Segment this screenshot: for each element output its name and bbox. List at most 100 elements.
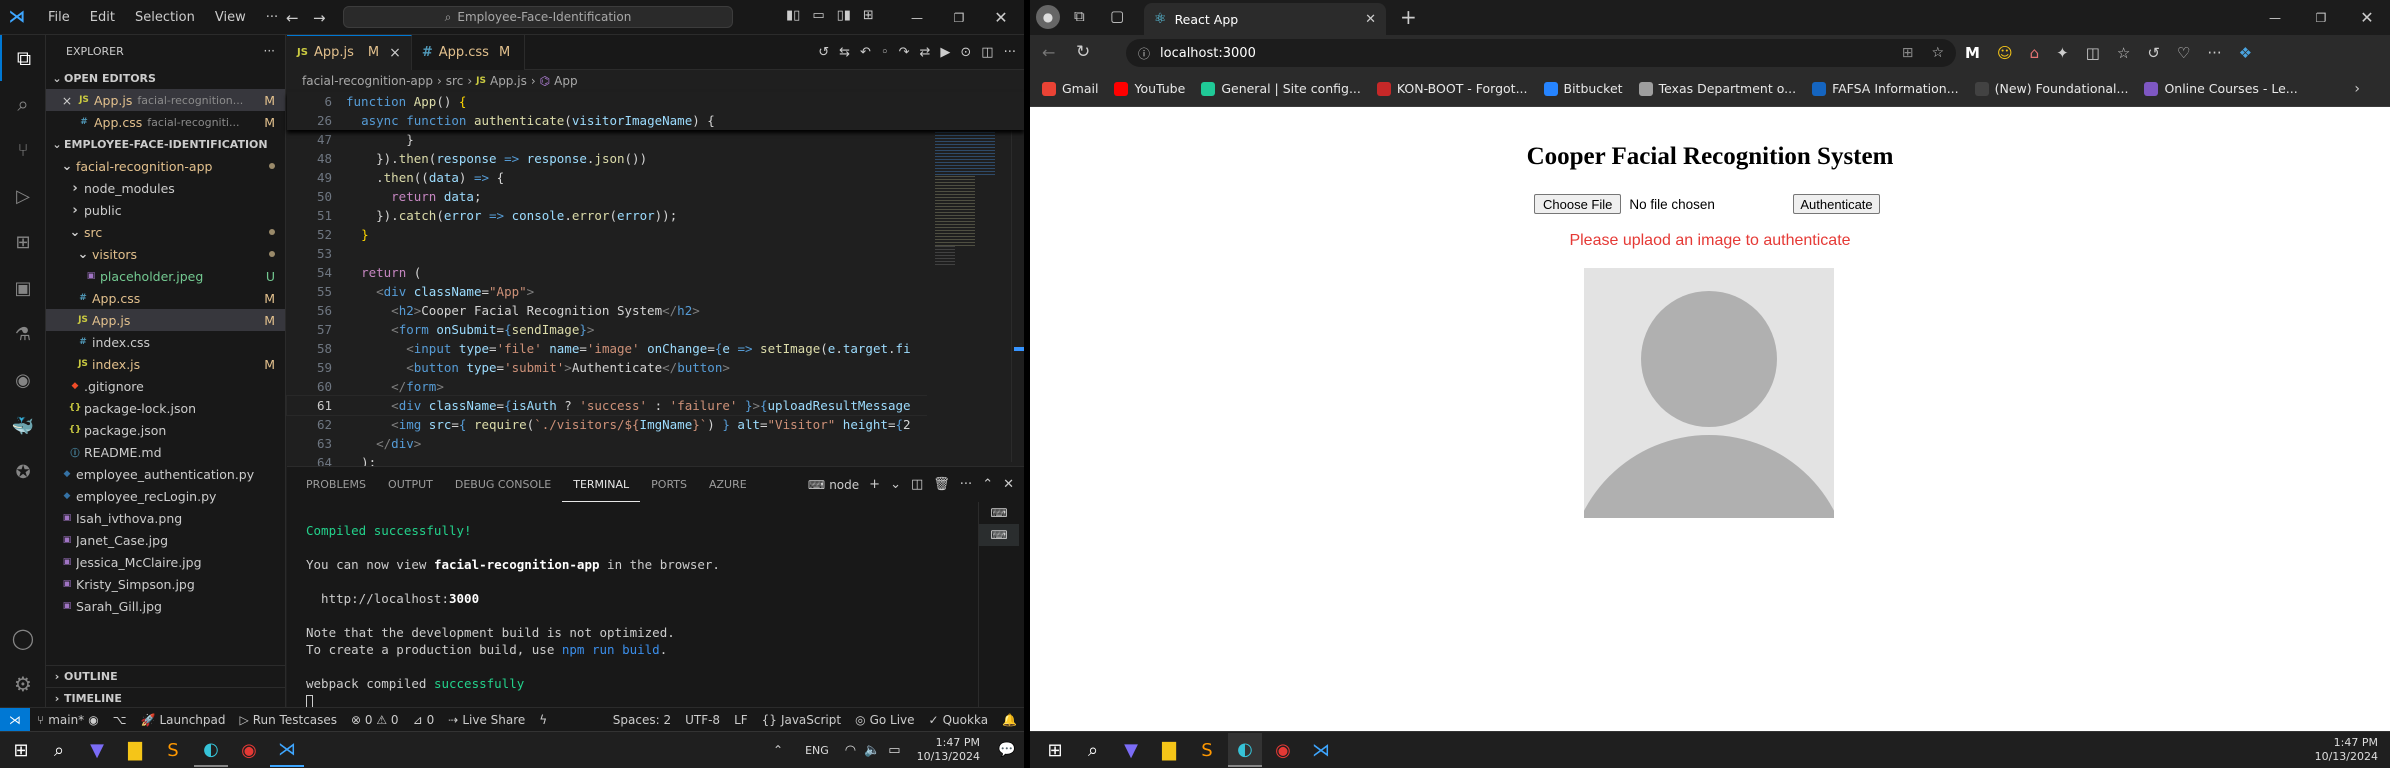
edge-icon[interactable]: ◐ bbox=[1228, 733, 1262, 767]
windows-start-icon[interactable]: ⊞ bbox=[4, 733, 38, 767]
run-icon[interactable]: ▶ bbox=[940, 45, 950, 60]
eol-indicator[interactable]: LF bbox=[727, 708, 755, 732]
menu-item[interactable]: File bbox=[38, 10, 80, 25]
toggle-sidebar-icon[interactable]: ▮▯ bbox=[786, 8, 800, 23]
file-tree-item[interactable]: # App.css M bbox=[46, 287, 285, 309]
manage-gear-icon[interactable]: ⚙ bbox=[0, 661, 46, 707]
tab-app-js[interactable]: JS App.js M × bbox=[287, 34, 412, 70]
file-tree-item[interactable]: ◆ .gitignore bbox=[46, 375, 285, 397]
breadcrumb-item[interactable]: facial-recognition-app bbox=[302, 74, 433, 88]
menu-item[interactable]: View bbox=[205, 10, 256, 25]
dot-icon[interactable]: ◦ bbox=[881, 45, 889, 60]
system-tray-icons[interactable]: ◠ 🔈 ▭ bbox=[839, 743, 907, 758]
vscode-taskbar-icon[interactable]: ⋊ bbox=[1304, 733, 1338, 767]
search-view-icon[interactable]: ⌕ bbox=[0, 81, 46, 127]
menu-item[interactable]: Edit bbox=[80, 10, 125, 25]
taskbar-app-icon[interactable]: ▼ bbox=[1114, 733, 1148, 767]
back-icon[interactable]: ↶ bbox=[860, 45, 871, 60]
docker-icon[interactable]: 🐳 bbox=[0, 403, 46, 449]
workspaces-icon[interactable]: ⧉ bbox=[1074, 7, 1085, 25]
back-arrow-icon[interactable]: ← bbox=[286, 9, 299, 27]
site-info-icon[interactable]: ⓘ bbox=[1138, 45, 1150, 62]
settings-menu-icon[interactable]: ··· bbox=[2207, 44, 2221, 62]
taskbar-search-icon[interactable]: ⌕ bbox=[1076, 733, 1110, 767]
encoding-indicator[interactable]: UTF-8 bbox=[678, 708, 727, 732]
close-window-icon[interactable]: ✕ bbox=[980, 0, 1022, 35]
file-tree-item[interactable]: ▣ Sarah_Gill.jpg bbox=[46, 595, 285, 617]
toggle-panel-icon[interactable]: ▭ bbox=[812, 8, 824, 23]
editor-scrollbar[interactable] bbox=[1011, 92, 1024, 462]
terminal-shell-indicator[interactable]: ⌨ node bbox=[808, 478, 859, 492]
gitlens-icon[interactable]: ◉ bbox=[0, 357, 46, 403]
code-view[interactable]: 47 } 48 }).then(response => response.json… bbox=[286, 130, 1025, 472]
open-editor-item[interactable]: # App.css facial-recogniti... M bbox=[46, 111, 285, 133]
extensions-puzzle-icon[interactable]: ✦ bbox=[2056, 44, 2069, 62]
timeline-header[interactable]: › TIMELINE bbox=[46, 687, 286, 709]
panel-tab[interactable]: PORTS bbox=[640, 467, 698, 502]
close-tab-icon[interactable]: ✕ bbox=[1365, 12, 1376, 27]
file-tree-item[interactable]: ⌄ visitors bbox=[46, 243, 285, 265]
file-tree-item[interactable]: ▣ Janet_Case.jpg bbox=[46, 529, 285, 551]
menu-item[interactable]: Selection bbox=[125, 10, 205, 25]
indent-indicator[interactable]: Spaces: 2 bbox=[606, 708, 678, 732]
toggle-secondary-sidebar-icon[interactable]: ▯▮ bbox=[837, 8, 851, 23]
terminal-instance-icon[interactable]: ⌨ bbox=[979, 502, 1019, 524]
file-tree-item[interactable]: {} package-lock.json bbox=[46, 397, 285, 419]
file-tree-item[interactable]: ◆ employee_recLogin.py bbox=[46, 485, 285, 507]
more-actions-icon[interactable]: ··· bbox=[1004, 45, 1016, 60]
close-tab-icon[interactable]: × bbox=[389, 45, 401, 61]
launchpad-indicator[interactable]: 🚀 Launchpad bbox=[134, 708, 233, 732]
bookmark-item[interactable]: Online Courses - Le... bbox=[2136, 81, 2305, 96]
accounts-icon[interactable]: ◯ bbox=[0, 615, 46, 661]
tab-app-css[interactable]: # App.css M bbox=[411, 34, 526, 70]
file-tree-item[interactable]: # index.css bbox=[46, 331, 285, 353]
new-tab-icon[interactable]: + bbox=[1400, 5, 1417, 29]
file-explorer-icon[interactable]: ▇ bbox=[1152, 733, 1186, 767]
restore-icon[interactable]: ❐ bbox=[2298, 0, 2344, 35]
clock[interactable]: 1:47 PM 10/13/2024 bbox=[911, 736, 986, 764]
close-window-icon[interactable]: ✕ bbox=[2344, 0, 2390, 35]
chrome-icon[interactable]: ◉ bbox=[1266, 733, 1300, 767]
git-compare-icon[interactable]: ⇄ bbox=[919, 45, 930, 60]
file-tree-item[interactable]: › public bbox=[46, 199, 285, 221]
more-actions-icon[interactable]: ··· bbox=[264, 44, 275, 58]
file-tree-item[interactable]: {} package.json bbox=[46, 419, 285, 441]
file-tree-item[interactable]: JS index.js M bbox=[46, 353, 285, 375]
panel-tab[interactable]: TERMINAL bbox=[562, 467, 641, 502]
split-terminal-icon[interactable]: ◫ bbox=[911, 477, 923, 492]
extensions-icon[interactable]: ⊞ bbox=[0, 219, 46, 265]
gitlens-indicator[interactable]: ⌥ bbox=[106, 708, 134, 732]
forward-arrow-icon[interactable]: → bbox=[313, 9, 326, 27]
show-hidden-icons-icon[interactable]: ⌃ bbox=[761, 733, 795, 767]
split-screen-icon[interactable]: ◫ bbox=[2086, 44, 2100, 62]
profile-avatar-icon[interactable]: ● bbox=[1036, 5, 1060, 29]
extension-panel-icon[interactable]: ✪ bbox=[0, 449, 46, 495]
taskbar-app-icon[interactable]: ▼ bbox=[80, 733, 114, 767]
customize-layout-icon[interactable]: ⊞ bbox=[863, 8, 874, 23]
language-indicator[interactable]: {} JavaScript bbox=[755, 708, 848, 732]
panel-tab[interactable]: AZURE bbox=[698, 467, 758, 502]
notification-icon[interactable]: 💬 bbox=[990, 733, 1024, 767]
quokka-indicator[interactable]: ✓ Quokka bbox=[922, 708, 996, 732]
extension-m-icon[interactable]: M bbox=[1965, 44, 1980, 62]
bookmark-item[interactable]: (New) Foundational... bbox=[1967, 81, 2137, 96]
file-tree-item[interactable]: JS App.js M bbox=[46, 309, 285, 331]
minimize-icon[interactable]: — bbox=[896, 0, 938, 35]
vscode-taskbar-icon[interactable]: ⋊ bbox=[270, 733, 304, 767]
minimize-icon[interactable]: — bbox=[2252, 0, 2298, 35]
taskbar-search-icon[interactable]: ⌕ bbox=[42, 733, 76, 767]
choose-file-button[interactable]: Choose File bbox=[1534, 194, 1622, 214]
bookmark-item[interactable]: Gmail bbox=[1034, 81, 1106, 96]
sublime-icon[interactable]: S bbox=[156, 733, 190, 767]
bookmark-item[interactable]: YouTube bbox=[1106, 81, 1193, 96]
breadcrumb-item[interactable]: src bbox=[446, 74, 464, 88]
chevron-down-icon[interactable]: ⌄ bbox=[890, 477, 901, 492]
restore-icon[interactable]: ❐ bbox=[938, 0, 980, 35]
sublime-icon[interactable]: S bbox=[1190, 733, 1224, 767]
source-control-icon[interactable]: ⑂ bbox=[0, 127, 46, 173]
copilot-icon[interactable]: ❖ bbox=[2239, 44, 2252, 62]
file-tree-item[interactable]: ⌄ facial-recognition-app bbox=[46, 155, 285, 177]
windows-start-icon[interactable]: ⊞ bbox=[1038, 733, 1072, 767]
testcases-indicator[interactable]: ▷ Run Testcases bbox=[233, 708, 345, 732]
panel-tab[interactable]: PROBLEMS bbox=[295, 467, 377, 502]
